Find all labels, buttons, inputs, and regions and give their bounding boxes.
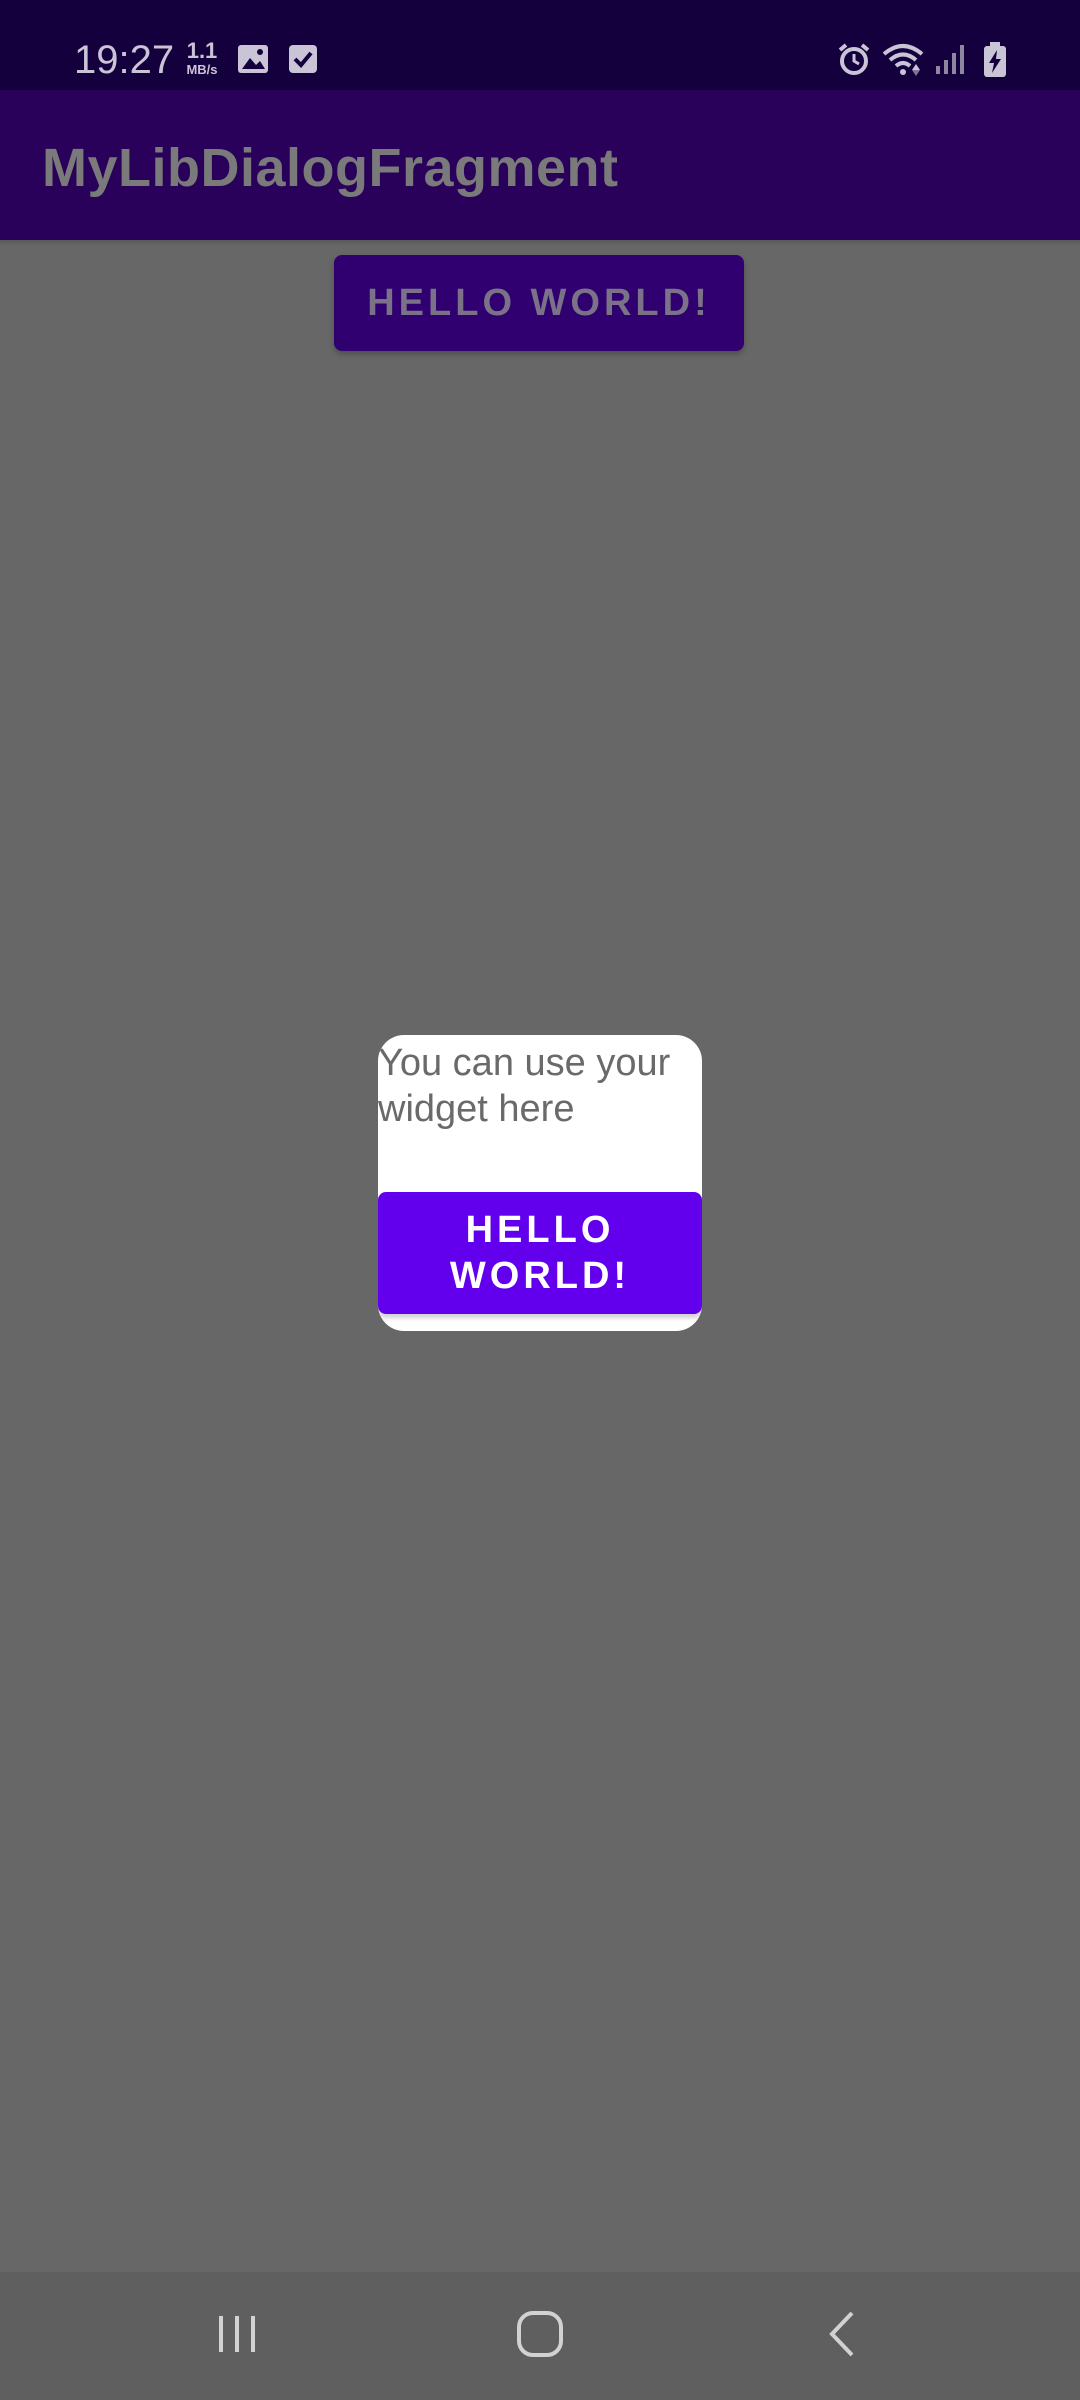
- dialog-hello-world-button[interactable]: HELLO WORLD!: [378, 1192, 702, 1314]
- app-bar: MyLibDialogFragment: [0, 90, 1080, 240]
- recent-apps-icon: [215, 2312, 259, 2361]
- wifi-icon: [882, 42, 924, 83]
- app-title: MyLibDialogFragment: [42, 138, 619, 198]
- checkbox-icon: [286, 42, 320, 81]
- network-speed: 1.1 MB/s: [182, 40, 222, 78]
- alarm-icon: [836, 42, 872, 83]
- dialog-message: You can use your widget here: [378, 1042, 671, 1130]
- back-button[interactable]: [802, 2296, 882, 2376]
- image-icon: [236, 42, 270, 81]
- status-bar: 19:27 1.1 MB/s: [0, 0, 1080, 90]
- navigation-bar: [0, 2272, 1080, 2400]
- app-bar-shadow: [0, 240, 1080, 246]
- signal-icon: [934, 42, 966, 81]
- home-button[interactable]: [500, 2296, 580, 2376]
- status-time: 19:27: [74, 38, 175, 82]
- back-icon: [822, 2309, 862, 2364]
- network-speed-value: 1.1: [186, 38, 218, 63]
- recent-apps-button[interactable]: [197, 2296, 277, 2376]
- dialog: You can use your widget here HELLO WORLD…: [378, 1035, 702, 1331]
- battery-charging-icon: [982, 42, 1008, 83]
- network-speed-unit: MB/s: [186, 62, 218, 77]
- hello-world-button[interactable]: HELLO WORLD!: [334, 255, 744, 351]
- home-icon: [515, 2309, 565, 2364]
